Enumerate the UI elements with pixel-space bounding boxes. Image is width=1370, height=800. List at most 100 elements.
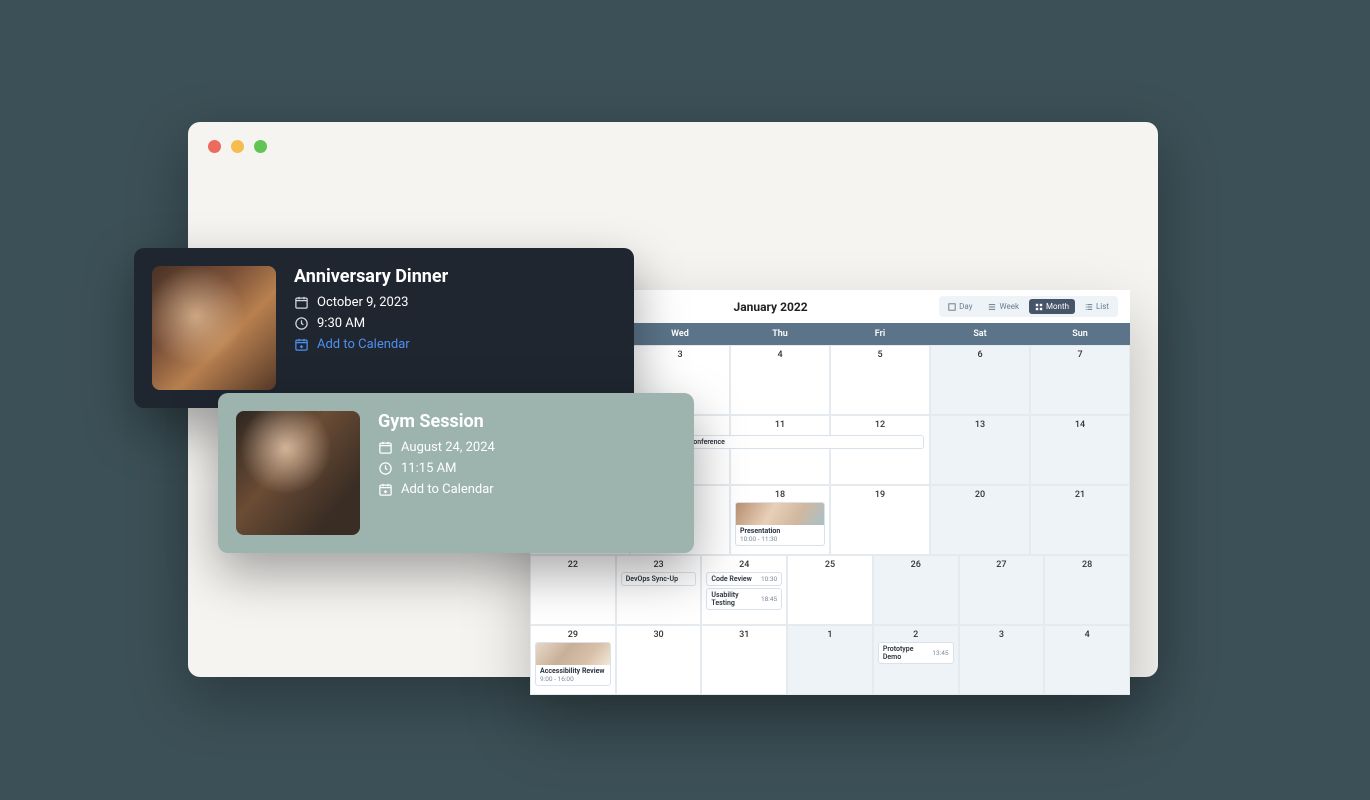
window-minimize-button[interactable]	[231, 140, 244, 153]
day-number: 6	[935, 350, 1025, 360]
day-number: 4	[735, 350, 825, 360]
event-date: August 24, 2024	[401, 440, 495, 455]
calendar-day-cell[interactable]: 4	[1044, 625, 1130, 695]
calendar-add-icon	[378, 482, 393, 497]
view-day-button[interactable]: Day	[942, 299, 978, 314]
calendar-day-cell[interactable]: 31	[701, 625, 787, 695]
calendar-day-cell[interactable]: 22	[530, 555, 616, 625]
event-thumb-image	[736, 503, 824, 525]
day-number: 28	[1049, 560, 1125, 570]
calendar-day-cell[interactable]: 21	[1030, 485, 1130, 555]
day-number: 24	[706, 560, 782, 570]
day-number: 31	[706, 630, 782, 640]
calendar-day-cell[interactable]: 26	[873, 555, 959, 625]
calendar-day-cell[interactable]: 7	[1030, 345, 1130, 415]
event-date-row: August 24, 2024	[378, 440, 495, 455]
event-date-row: October 9, 2023	[294, 295, 448, 310]
calendar-day-cell[interactable]: 12	[830, 415, 930, 485]
day-number: 19	[835, 490, 925, 500]
calendar-add-icon	[294, 337, 309, 352]
traffic-lights	[208, 140, 267, 153]
day-number: 4	[1049, 630, 1125, 640]
window-chrome	[188, 122, 1158, 170]
day-number: 18	[735, 490, 825, 500]
event-body: Anniversary Dinner October 9, 2023 9:30 …	[294, 266, 448, 390]
calendar-day-cell[interactable]: 27	[959, 555, 1045, 625]
calendar-day-cell[interactable]: 13	[930, 415, 1030, 485]
month-icon	[1035, 303, 1043, 311]
event-time: 9:30 AM	[317, 316, 365, 331]
event-date: October 9, 2023	[317, 295, 408, 310]
event-image-gym	[236, 411, 360, 535]
day-number: 26	[878, 560, 954, 570]
day-number: 7	[1035, 350, 1125, 360]
add-to-calendar-button[interactable]: Add to Calendar	[378, 482, 495, 497]
event-thumb-range: 9:00 - 16:00	[540, 675, 606, 683]
event-thumb-image	[536, 643, 610, 665]
calendar-event-chip[interactable]: Prototype Demo13:45	[878, 642, 954, 664]
weekday-header: Sun	[1030, 323, 1130, 345]
weekday-header: Thu	[730, 323, 830, 345]
add-to-calendar-button[interactable]: Add to Calendar	[294, 337, 448, 352]
weekday-header: Fri	[830, 323, 930, 345]
view-week-button[interactable]: Week	[982, 299, 1025, 314]
view-list-label: List	[1096, 302, 1109, 311]
calendar-day-cell[interactable]: 29 Accessibility Review9:00 - 16:00	[530, 625, 616, 695]
calendar-event-chip[interactable]: Usability Testing18:45	[706, 588, 782, 610]
view-list-button[interactable]: List	[1079, 299, 1115, 314]
calendar-day-cell[interactable]: 5	[830, 345, 930, 415]
calendar-day-cell[interactable]: 30	[616, 625, 702, 695]
day-number: 12	[835, 420, 925, 430]
calendar-day-cell[interactable]: 20	[930, 485, 1030, 555]
event-thumb-title: Presentation	[740, 527, 820, 535]
weekday-header: Wed	[630, 323, 730, 345]
week-icon	[988, 303, 996, 311]
event-chip-title: DevOps Sync-Up	[626, 575, 678, 583]
calendar-week-row: 29Accessibility Review9:00 - 16:00303112…	[530, 625, 1130, 695]
day-number: 22	[535, 560, 611, 570]
calendar-day-cell[interactable]: 23 DevOps Sync-Up	[616, 555, 702, 625]
window-close-button[interactable]	[208, 140, 221, 153]
day-number: 1	[792, 630, 868, 640]
calendar-week-row: 22 23 DevOps Sync-Up 24 Code Review10:30 Usab…	[530, 555, 1130, 625]
calendar-event-chip[interactable]: Code Review10:30	[706, 572, 782, 586]
calendar-event-thumb[interactable]: Accessibility Review9:00 - 16:00	[535, 642, 611, 686]
day-number: 3	[964, 630, 1040, 640]
day-number: 20	[935, 490, 1025, 500]
view-switcher: Day Week Month List	[939, 296, 1118, 317]
event-thumb-range: 10:00 - 11:30	[740, 535, 820, 543]
event-title: Anniversary Dinner	[294, 266, 448, 287]
calendar-icon	[378, 440, 393, 455]
calendar-day-cell[interactable]: 4	[730, 345, 830, 415]
window-maximize-button[interactable]	[254, 140, 267, 153]
calendar-day-cell[interactable]: 24 Code Review10:30 Usability Testing18:45	[701, 555, 787, 625]
day-number: 5	[835, 350, 925, 360]
calendar-day-cell[interactable]: 28	[1044, 555, 1130, 625]
event-chip-title: Code Review	[711, 575, 751, 583]
calendar-day-cell[interactable]: 18 Presentation10:00 - 11:30	[730, 485, 830, 555]
calendar-day-cell[interactable]: 3	[959, 625, 1045, 695]
calendar-day-cell[interactable]: 14	[1030, 415, 1130, 485]
day-number: 29	[535, 630, 611, 640]
day-number: 21	[1035, 490, 1125, 500]
add-to-calendar-label: Add to Calendar	[401, 482, 494, 497]
calendar-event-chip[interactable]: DevOps Sync-Up	[621, 572, 697, 586]
calendar-day-cell[interactable]: 2Prototype Demo13:45	[873, 625, 959, 695]
calendar-day-cell[interactable]: 6	[930, 345, 1030, 415]
event-time-row: 11:15 AM	[378, 461, 495, 476]
event-card-anniversary: Anniversary Dinner October 9, 2023 9:30 …	[134, 248, 634, 408]
calendar-day-cell[interactable]: 11	[730, 415, 830, 485]
day-number: 25	[792, 560, 868, 570]
clock-icon	[294, 316, 309, 331]
calendar-title: January 2022	[602, 300, 939, 314]
event-image-dinner	[152, 266, 276, 390]
day-number: 23	[621, 560, 697, 570]
event-thumb-title: Accessibility Review	[540, 667, 606, 675]
view-month-button[interactable]: Month	[1029, 299, 1075, 314]
calendar-day-cell[interactable]: 19	[830, 485, 930, 555]
calendar-day-cell[interactable]: 25	[787, 555, 873, 625]
day-number: 11	[735, 420, 825, 430]
event-chip-time: 18:45	[761, 595, 777, 603]
calendar-day-cell[interactable]: 1	[787, 625, 873, 695]
calendar-event-thumb[interactable]: Presentation10:00 - 11:30	[735, 502, 825, 546]
